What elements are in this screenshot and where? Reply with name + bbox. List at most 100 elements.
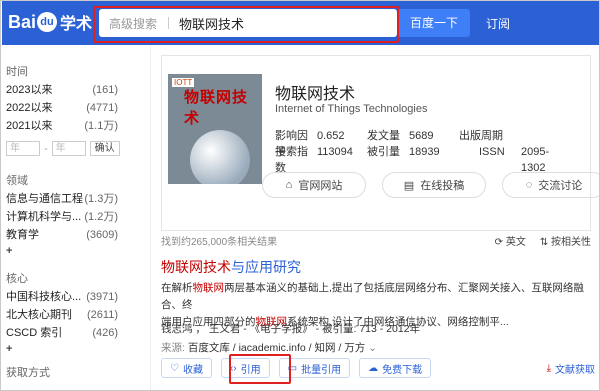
result-title-link[interactable]: 物联网技术与应用研究	[161, 257, 301, 277]
abstract-highlight: 物联网	[192, 282, 225, 294]
filter-core-cstpcd[interactable]: 中国科技核心... (3971)	[6, 288, 150, 306]
filter-field-ice[interactable]: 信息与通信工程 (1.3万)	[6, 190, 150, 208]
stat-key: 发文量	[367, 130, 400, 142]
official-site-button[interactable]: ⌂ 官网网站	[262, 172, 366, 198]
abstract-text: 两层基本涵义的基础上,提出了包括底层网络分布、汇聚网关接入、互联网络融合、终	[161, 282, 584, 311]
folder-icon: ▭	[287, 362, 298, 374]
sort-icon: ⇅	[539, 237, 551, 248]
filter-count: (1.2万)	[84, 211, 118, 223]
stat-value: 5689	[409, 130, 434, 142]
stat-key: 搜索指数	[275, 146, 308, 174]
filter-label: CSCD 索引	[6, 327, 63, 339]
discussion-button[interactable]: ◌ 交流讨论	[502, 172, 599, 198]
filter-label: 2021以来	[6, 120, 53, 132]
favorite-button[interactable]: ♡ 收藏	[161, 358, 212, 378]
filter-count: (3971)	[86, 291, 118, 303]
subscribe-link[interactable]: 订阅	[486, 15, 510, 32]
journal-stats: 影响因子 0.652 发文量 5689 出版周期 搜索指数 113094 被引量 189…	[275, 128, 571, 174]
submit-paper-button[interactable]: ▤ 在线投稿	[382, 172, 486, 198]
journal-subtitle: Internet of Things Technologies	[275, 103, 428, 115]
filter-count: (4771)	[86, 102, 118, 114]
chat-icon: ◌	[525, 179, 533, 191]
stat-key: 出版周期	[459, 130, 503, 142]
button-label: 官网网站	[298, 180, 343, 192]
action-label: 引用	[240, 364, 261, 376]
action-label: 批量引用	[301, 364, 342, 376]
filter-count: (1.3万)	[84, 193, 118, 205]
cover-name: 物联网技术	[184, 89, 249, 127]
sort-toggle[interactable]: ⇅ 按相关性	[540, 233, 591, 248]
abstract-text: 在解析	[161, 282, 193, 294]
stat-key: 被引量	[367, 146, 400, 158]
title-rest: 与应用研究	[231, 259, 301, 275]
journal-buttons: ⌂ 官网网站 ▤ 在线投稿 ◌ 交流讨论	[262, 172, 599, 198]
chevron-down-icon[interactable]: ⌄	[368, 342, 377, 354]
document-get-link[interactable]: ⤓ 文献获取	[547, 361, 599, 376]
filter-count: (426)	[92, 327, 118, 339]
filter-count: (2611)	[87, 309, 118, 321]
baidu-xueshu-logo[interactable]: Bai du 学术	[8, 11, 93, 34]
search-input[interactable]: 物联网技术	[169, 14, 244, 33]
submit-icon: ▤	[403, 179, 415, 192]
filter-label: 2022以来	[6, 102, 53, 114]
stats-row: 搜索指数 113094 被引量 18939 ISSN 2095-1302	[275, 144, 571, 174]
language-toggle[interactable]: ⟳ 英文	[495, 233, 526, 248]
filter-field-edu[interactable]: 教育学 (3609)	[6, 226, 150, 244]
result-count: 找到约265,000条相关结果	[161, 237, 278, 248]
title-highlight: 物联网技术	[161, 259, 231, 275]
filter-label: 中国科技核心...	[6, 291, 82, 303]
paw-icon: du	[37, 12, 58, 32]
filter-field-cs[interactable]: 计算机科学与... (1.2万)	[6, 208, 150, 226]
stat-value	[519, 128, 571, 144]
button-label: 交流讨论	[538, 180, 583, 192]
filter-sidebar: 时间 2023以来 (161) 2022以来 (4771) 2021以来 (1.1万)…	[1, 45, 151, 390]
result-source: 来源: 百度文库 / iacademic.info / 知网 / 万方 ⌄	[161, 340, 377, 355]
filter-core-cscd[interactable]: CSCD 索引 (426)	[6, 324, 150, 342]
filter-label: 北大核心期刊	[6, 309, 72, 321]
stat-value: 18939	[409, 146, 440, 158]
stat-key: 影响因子	[275, 130, 308, 158]
advanced-search-link[interactable]: 高级搜索	[99, 15, 169, 32]
action-label: 免费下载	[382, 364, 423, 376]
filter-time-2022[interactable]: 2022以来 (4771)	[6, 99, 150, 117]
journal-cover-image[interactable]: IOTT 物联网技术	[168, 74, 262, 184]
stat-value: 113094	[317, 146, 353, 158]
range-dash: -	[44, 142, 48, 155]
result-actions: ♡ 收藏 ‹› 引用 ▭ 批量引用 ☁ 免费下载 ⤓ 文献获取	[161, 358, 599, 378]
filter-count: (161)	[92, 84, 118, 96]
translate-icon: ⟳	[494, 237, 506, 248]
filter-time-title: 时间	[6, 66, 28, 78]
result-authors[interactable]: 钱志鸿 ， 王义君 - 《电子学报》 - 被引量: 713 - 2012年	[161, 321, 420, 336]
filter-time-2023[interactable]: 2023以来 (161)	[6, 81, 150, 99]
doc-get-label: 文献获取	[555, 364, 595, 376]
logo-suffix: 学术	[60, 16, 93, 33]
free-download-button[interactable]: ☁ 免费下载	[359, 358, 432, 378]
home-icon: ⌂	[285, 179, 293, 191]
action-label: 收藏	[182, 364, 203, 376]
filter-time-2021[interactable]: 2021以来 (1.1万)	[6, 117, 150, 135]
filter-count: (3609)	[86, 229, 118, 241]
filter-core-pku[interactable]: 北大核心期刊 (2611)	[6, 306, 150, 324]
planet-graphic	[190, 130, 250, 184]
main-content: IOTT 物联网技术 物联网技术 Internet of Things Tech…	[161, 45, 599, 390]
field-more-button[interactable]: +	[6, 244, 150, 258]
logo-text: Bai	[8, 11, 37, 32]
filter-access-title: 获取方式	[6, 367, 50, 379]
core-more-button[interactable]: +	[6, 342, 150, 356]
page-frame: Bai du 学术 高级搜索 物联网技术 百度一下 订阅 时间 2023以来 (1…	[0, 0, 600, 391]
search-button[interactable]: 百度一下	[398, 9, 470, 37]
search-box[interactable]: 高级搜索 物联网技术	[99, 9, 397, 37]
stat-value: 0.652	[317, 130, 345, 142]
journal-card: IOTT 物联网技术 物联网技术 Internet of Things Tech…	[161, 55, 599, 231]
stats-row: 影响因子 0.652 发文量 5689 出版周期	[275, 128, 571, 158]
filter-label: 教育学	[6, 229, 39, 241]
year-to-input[interactable]: 年	[51, 141, 86, 156]
year-confirm-button[interactable]: 确认	[89, 141, 120, 156]
batch-cite-button[interactable]: ▭ 批量引用	[278, 358, 351, 378]
journal-title[interactable]: 物联网技术	[275, 80, 355, 104]
language-label: 英文	[505, 237, 526, 248]
cite-button[interactable]: ‹› 引用	[220, 358, 270, 378]
year-from-input[interactable]: 年	[6, 141, 40, 156]
source-links[interactable]: 百度文库 / iacademic.info / 知网 / 万方	[188, 342, 365, 354]
button-label: 在线投稿	[420, 180, 465, 192]
